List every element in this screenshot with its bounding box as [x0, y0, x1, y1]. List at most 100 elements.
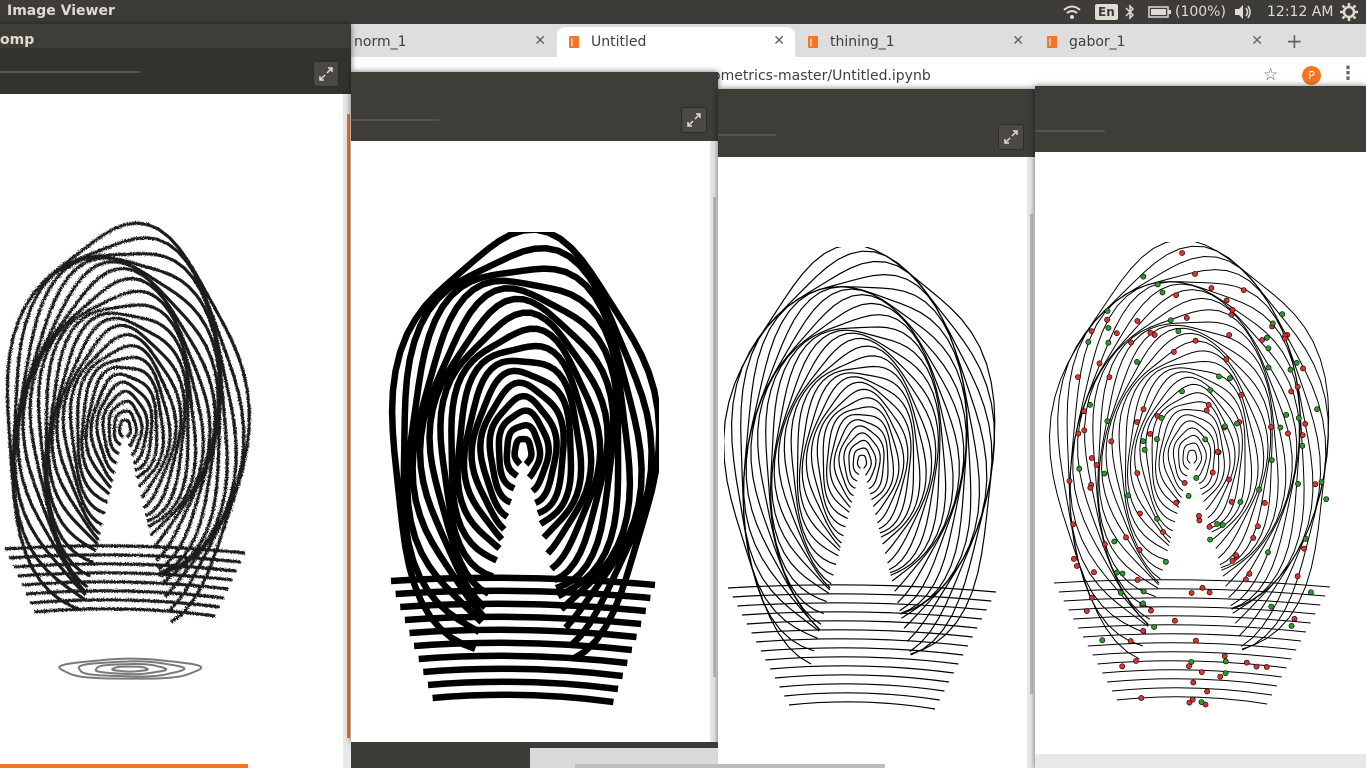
- minutia-point: [1154, 436, 1160, 443]
- minutia-point: [1140, 273, 1147, 280]
- fingerprint-ridge: [423, 665, 624, 680]
- minutia-point: [1288, 622, 1295, 629]
- fingerprint-ridge: [810, 381, 912, 537]
- minutia-point: [1314, 406, 1320, 413]
- tab-label: gabor_1: [1069, 34, 1126, 50]
- battery-indicator[interactable]: (100%): [1148, 0, 1226, 24]
- minutia-point: [1268, 424, 1274, 430]
- battery-icon: [1148, 6, 1171, 18]
- profile-avatar[interactable]: P: [1302, 66, 1321, 85]
- window-original-image: omp: [0, 24, 351, 768]
- bookmark-star-icon[interactable]: ☆: [1263, 65, 1278, 85]
- minutia-point: [1125, 492, 1132, 499]
- minutia-point: [1076, 465, 1083, 472]
- scrollbar-accent[interactable]: [347, 114, 350, 738]
- minutia-point: [1263, 334, 1270, 341]
- minutia-point: [1238, 391, 1245, 398]
- tab-norm-1[interactable]: norm_1 ✕: [318, 27, 556, 57]
- tab-gabor-1[interactable]: gabor_1 ✕: [1035, 27, 1273, 57]
- bluetooth-icon[interactable]: [1125, 0, 1135, 24]
- minutia-point: [1242, 576, 1249, 583]
- minutia-point: [1147, 430, 1154, 437]
- minutia-point: [1154, 515, 1160, 522]
- tab-close-icon[interactable]: ✕: [1251, 33, 1263, 49]
- scrollbar[interactable]: [713, 197, 716, 677]
- keyboard-layout-indicator[interactable]: En: [1095, 0, 1118, 24]
- minutia-point: [1299, 442, 1306, 449]
- fingerprint-ridge: [765, 656, 959, 665]
- minutia-point: [1119, 663, 1126, 670]
- horizontal-scroll-accent[interactable]: [0, 764, 248, 768]
- minutia-point: [1287, 366, 1294, 373]
- fingerprint-ridge: [757, 293, 967, 615]
- minutia-point: [1228, 311, 1235, 318]
- minutia-point: [1217, 673, 1224, 680]
- minutia-point: [1206, 523, 1213, 530]
- volume-icon[interactable]: [1233, 0, 1253, 24]
- fingerprint-ridge: [779, 683, 945, 692]
- fingerprint-ridge: [742, 611, 982, 620]
- address-bar-url[interactable]: ometrics-master/Untitled.ipynb: [712, 68, 931, 84]
- minutia-point: [1227, 375, 1233, 382]
- tab-close-icon[interactable]: ✕: [1012, 33, 1024, 49]
- wifi-icon[interactable]: [1062, 0, 1082, 24]
- minutia-point: [1281, 335, 1288, 342]
- fingerprint-ridge: [1151, 392, 1236, 519]
- minutia-point: [1186, 699, 1193, 706]
- app-title: Image Viewer: [7, 3, 115, 19]
- minutia-point: [1104, 308, 1111, 314]
- fingerprint-ridge: [1139, 376, 1243, 532]
- minutia-point: [1268, 457, 1275, 463]
- fingerprint-ridge: [117, 418, 133, 439]
- fingerprint-ridge: [805, 376, 915, 544]
- window-titlebar: omp: [0, 24, 351, 94]
- expand-icon[interactable]: [998, 124, 1024, 150]
- minutia-point: [1104, 418, 1111, 424]
- minutia-point: [1185, 492, 1192, 499]
- minutia-point: [1158, 414, 1165, 421]
- tab-close-icon[interactable]: ✕: [534, 33, 546, 49]
- scrollbar[interactable]: [1030, 214, 1033, 694]
- minutia-point: [1140, 600, 1146, 607]
- minutia-point: [1134, 359, 1140, 365]
- expand-icon[interactable]: [313, 61, 339, 87]
- minutia-point: [1279, 311, 1286, 318]
- minutia-point: [1300, 365, 1306, 372]
- tab-close-icon[interactable]: ✕: [773, 33, 785, 49]
- fingerprint-ridge: [95, 380, 154, 475]
- minutia-point: [1203, 407, 1210, 414]
- minutia-point: [1118, 589, 1124, 596]
- minutia-point: [1293, 360, 1300, 366]
- window-titlebar: [718, 89, 1035, 157]
- minutia-point: [1223, 297, 1230, 304]
- minutia-point: [1093, 462, 1100, 468]
- minutia-point: [1113, 330, 1120, 337]
- minutia-point: [1234, 420, 1240, 427]
- minutia-point: [1081, 427, 1088, 434]
- minutia-point: [1265, 364, 1272, 371]
- expand-icon[interactable]: [681, 107, 707, 133]
- window-title: omp: [0, 32, 35, 48]
- tab-thining-1[interactable]: thining_1 ✕: [796, 27, 1034, 57]
- fingerprint-ridge: [1097, 309, 1293, 599]
- minutiae-fingerprint-image: [1048, 242, 1331, 708]
- fingerprint-ridge: [822, 397, 905, 524]
- fingerprint-ridge: [1053, 579, 1331, 588]
- minutia-point: [1105, 325, 1112, 331]
- minutia-point: [1159, 289, 1166, 296]
- minutia-point: [1192, 337, 1199, 344]
- fingerprint-ridge: [1167, 420, 1216, 492]
- tab-untitled[interactable]: Untitled ✕: [557, 27, 795, 57]
- clock[interactable]: 12:12 AM: [1267, 0, 1333, 24]
- browser-menu-icon[interactable]: ⋮: [1339, 63, 1357, 84]
- fingerprint-ridge: [774, 674, 950, 683]
- new-tab-button[interactable]: +: [1286, 29, 1303, 53]
- minutia-point: [1173, 292, 1180, 298]
- minutia-point: [1208, 285, 1215, 291]
- jupyter-notebook-icon: [1045, 35, 1059, 49]
- minutia-point: [1259, 337, 1265, 343]
- original-fingerprint-image: [4, 221, 251, 680]
- settings-gear-icon[interactable]: [1339, 0, 1359, 24]
- minutia-point: [1198, 699, 1205, 705]
- minutia-point: [1173, 499, 1180, 506]
